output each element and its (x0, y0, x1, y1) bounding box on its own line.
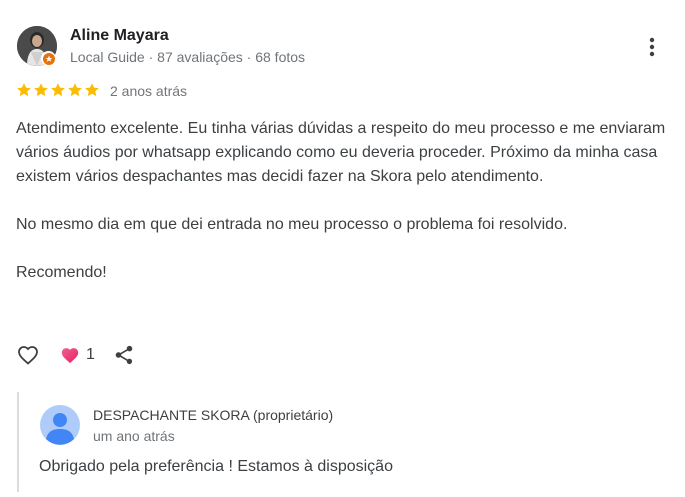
more-vert-icon[interactable] (642, 36, 662, 58)
author-name[interactable]: Aline Mayara (70, 27, 169, 45)
star-rating (16, 82, 100, 98)
owner-avatar (40, 405, 80, 445)
reply-time: um ano atrás (93, 428, 175, 444)
review-time: 2 anos atrás (110, 83, 188, 99)
star-icon (17, 83, 31, 97)
author-avatar[interactable] (17, 26, 57, 66)
review-text: Atendimento excelente. Eu tinha várias d… (16, 117, 676, 285)
heart-filled-icon (61, 348, 79, 364)
author-meta: Local Guide · 87 avaliações · 68 fotos (70, 49, 306, 65)
local-guide-badge-icon (41, 51, 56, 66)
like-button[interactable] (14, 341, 42, 369)
share-button[interactable] (111, 342, 137, 368)
reply-text: Obrigado pela preferência ! Estamos à di… (39, 458, 393, 475)
star-icon (85, 83, 99, 97)
star-icon (51, 83, 65, 97)
reaction-summary[interactable]: 1 (60, 346, 95, 364)
share-icon (115, 345, 133, 365)
star-icon (34, 83, 48, 97)
review-actions: 1 (14, 341, 137, 369)
review-paragraph: No mesmo dia em que dei entrada no meu p… (16, 216, 568, 233)
review-paragraph: Recomendo! (16, 264, 107, 281)
heart-outline-icon (18, 346, 38, 365)
owner-reply: DESPACHANTE SKORA (proprietário) um ano … (17, 392, 669, 492)
reaction-count: 1 (86, 346, 95, 363)
review-paragraph: Atendimento excelente. Eu tinha várias d… (16, 120, 666, 185)
star-icon (68, 83, 82, 97)
owner-name: DESPACHANTE SKORA (proprietário) (93, 407, 334, 423)
